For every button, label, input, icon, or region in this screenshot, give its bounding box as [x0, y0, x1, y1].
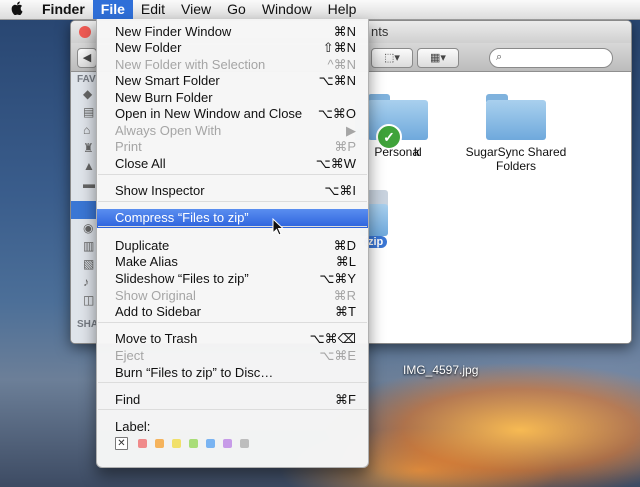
menu-item-shortcut: ⌥⌘⌫: [309, 331, 356, 346]
label-color-swatch[interactable]: [206, 439, 215, 448]
menu-item-shortcut: ⌘R: [333, 288, 356, 303]
apple-logo-icon[interactable]: [0, 1, 34, 18]
label-color-swatch[interactable]: [189, 439, 198, 448]
menu-item-shortcut: ⌥⌘Y: [319, 271, 356, 286]
label-color-swatch[interactable]: [240, 439, 249, 448]
file-menu-item[interactable]: New Folder ⇧⌘N: [97, 39, 368, 56]
arrange-icon[interactable]: ▦▾: [417, 48, 459, 68]
menu-item-label: Open in New Window and Close: [115, 106, 303, 121]
menu-item-label: Make Alias: [115, 254, 178, 269]
menu-item-shortcut: ⌥⌘I: [324, 183, 356, 198]
dropbox-icon[interactable]: ⬚▾: [371, 48, 413, 68]
menu-item-label: New Folder: [115, 40, 182, 55]
file-menu-item[interactable]: New Burn Folder: [97, 89, 368, 106]
folder-label-sugarsync[interactable]: SugarSync Shared Folders: [456, 145, 576, 173]
menu-separator: [98, 322, 367, 323]
file-menu-item[interactable]: Show Inspector ⌥⌘I: [97, 182, 368, 199]
menu-item-label: New Smart Folder: [115, 73, 220, 88]
no-label-swatch[interactable]: ✕: [115, 437, 128, 450]
sidebar-header-shared: SHA: [77, 319, 99, 330]
label-color-swatch[interactable]: [138, 439, 147, 448]
menu-window[interactable]: Window: [254, 0, 320, 19]
menu-file[interactable]: File: [92, 0, 133, 19]
label-title: Label:: [97, 418, 368, 435]
search-input[interactable]: ⌕: [489, 48, 613, 68]
menu-item-label: Find: [115, 392, 141, 407]
menu-item-label: Compress “Files to zip”: [115, 210, 249, 225]
file-menu-item: Always Open With ▶: [97, 122, 368, 139]
menu-view[interactable]: View: [173, 0, 219, 19]
menu-item-shortcut: ⌘N: [333, 24, 356, 39]
search-icon: ⌕: [496, 51, 503, 63]
menu-item-label: Show Inspector: [115, 183, 205, 198]
menu-separator: [98, 174, 367, 175]
menu-item-label: Slideshow “Files to zip”: [115, 271, 249, 286]
menu-separator: [98, 201, 367, 202]
sidebar-item-selected[interactable]: [71, 201, 99, 219]
file-menu: New Finder Window ⌘N New Folder ⇧⌘N New Fold…: [96, 19, 369, 468]
file-menu-item[interactable]: Slideshow “Files to zip” ⌥⌘Y: [97, 270, 368, 287]
file-menu-item[interactable]: Find ⌘F: [97, 391, 368, 408]
menu-item-shortcut: ⇧⌘N: [322, 40, 356, 55]
menu-item-shortcut: ⌘D: [333, 238, 356, 253]
menu-item-label: Print: [115, 139, 142, 154]
file-menu-item: New Folder with Selection ^⌘N: [97, 56, 368, 73]
menu-separator: [98, 409, 367, 410]
file-menu-item[interactable]: New Smart Folder ⌥⌘N: [97, 72, 368, 89]
menu-item-label: Burn “Files to zip” to Disc…: [115, 365, 274, 380]
file-menu-item: Print ⌘P: [97, 138, 368, 155]
menu-item-label: New Folder with Selection: [115, 57, 266, 72]
file-menu-item[interactable]: Make Alias ⌘L: [97, 253, 368, 270]
file-menu-item[interactable]: Burn “Files to zip” to Disc…: [97, 364, 368, 381]
mouse-pointer-icon: [272, 217, 285, 239]
menu-edit[interactable]: Edit: [133, 0, 173, 19]
menu-item-shortcut: ⌘P: [334, 139, 356, 154]
close-window-button[interactable]: [79, 26, 91, 38]
folder-icon[interactable]: [486, 94, 546, 140]
menu-item-label: Move to Trash: [115, 331, 198, 346]
menu-item-shortcut: ⌥⌘W: [315, 156, 356, 171]
menu-item-shortcut: ⌘T: [335, 304, 356, 319]
menu-bar: Finder File Edit View Go Window Help: [0, 0, 640, 20]
label-color-swatch[interactable]: [172, 439, 181, 448]
file-menu-item[interactable]: Open in New Window and Close ⌥⌘O: [97, 105, 368, 122]
label-color-picker: ✕: [115, 437, 257, 450]
label-color-swatch[interactable]: [223, 439, 232, 448]
menu-item-label: Eject: [115, 348, 144, 363]
menu-item-label: Add to Sidebar: [115, 304, 202, 319]
window-title: nts: [371, 24, 389, 39]
file-menu-item[interactable]: Add to Sidebar ⌘T: [97, 303, 368, 320]
file-menu-item[interactable]: Close All ⌥⌘W: [97, 155, 368, 172]
menu-item-shortcut: ⌥⌘O: [317, 106, 356, 121]
sidebar-header-favorites: FAV: [77, 74, 96, 85]
menu-help[interactable]: Help: [320, 0, 365, 19]
menu-finder[interactable]: Finder: [34, 0, 93, 19]
menu-item-label: New Finder Window: [115, 24, 232, 39]
menu-item-label: Show Original: [115, 288, 196, 303]
menu-item-shortcut: ⌘F: [335, 392, 356, 407]
menu-item-label: Duplicate: [115, 238, 170, 253]
menu-item-shortcut: ▶: [346, 123, 356, 138]
label-color-swatch[interactable]: [155, 439, 164, 448]
file-menu-item: Show Original ⌘R: [97, 287, 368, 304]
menu-separator: [98, 382, 367, 383]
menu-go[interactable]: Go: [219, 0, 254, 19]
menu-separator: [98, 226, 367, 227]
menu-item-label: New Burn Folder: [115, 90, 213, 105]
menu-item-shortcut: ^⌘N: [327, 57, 357, 72]
menu-item-label: Always Open With: [115, 123, 222, 138]
file-menu-item: Eject ⌥⌘E: [97, 347, 368, 364]
file-menu-item[interactable]: Move to Trash ⌥⌘⌫: [97, 330, 368, 347]
file-menu-item[interactable]: Duplicate ⌘D: [97, 237, 368, 254]
menu-item-shortcut: ⌥⌘E: [319, 348, 356, 363]
label-title-text: Label:: [115, 419, 151, 434]
desktop-file-label[interactable]: IMG_4597.jpg: [403, 363, 478, 377]
menu-item-shortcut: ⌥⌘N: [318, 73, 356, 88]
menu-item-label: Close All: [115, 156, 166, 171]
menu-item-shortcut: ⌘L: [335, 254, 356, 269]
file-menu-item[interactable]: New Finder Window ⌘N: [97, 23, 368, 40]
back-button[interactable]: ◀: [77, 48, 97, 68]
